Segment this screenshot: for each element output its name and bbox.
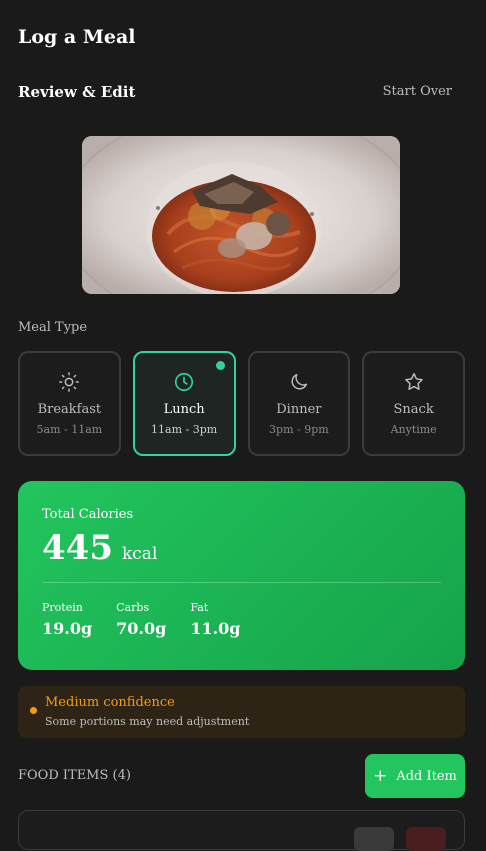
macro-label: Protein	[42, 601, 83, 614]
macro-value: 19.0g	[42, 619, 93, 638]
meal-option-name: Breakfast	[37, 402, 102, 417]
macro-protein: Protein 19.0g	[42, 601, 92, 638]
macro-label: Fat	[190, 601, 209, 614]
total-calories-value: 445	[42, 528, 113, 568]
divider	[42, 582, 441, 583]
meal-option-time: 5am - 11am	[36, 423, 103, 436]
macro-carbs: Carbs 70.0g	[116, 601, 166, 638]
confidence-subtitle: Some portions may need adjustment	[45, 715, 250, 728]
food-item-card	[18, 810, 465, 851]
confidence-banner: Medium confidence Some portions may need…	[18, 686, 465, 738]
sun-icon	[59, 372, 80, 392]
warning-dot-icon	[30, 707, 37, 714]
meal-type-selector: Breakfast 5am - 11am Lunch 11am - 3pm Di…	[18, 351, 465, 456]
clock-icon	[175, 372, 194, 392]
meal-option-time: 11am - 3pm	[151, 423, 218, 436]
review-heading: Review & Edit	[18, 83, 136, 101]
macros-row: Protein 19.0g Carbs 70.0g Fat 11.0g	[42, 601, 441, 638]
meal-option-time: 3pm - 9pm	[269, 423, 329, 436]
meal-option-name: Dinner	[276, 402, 322, 417]
macro-label: Carbs	[116, 601, 150, 614]
meal-option-snack[interactable]: Snack Anytime	[362, 351, 465, 456]
confidence-title: Medium confidence	[45, 695, 175, 710]
meal-option-time: Anytime	[390, 423, 437, 436]
calories-unit: kcal	[121, 544, 158, 564]
star-icon	[404, 373, 423, 390]
plus-icon: +	[373, 765, 388, 786]
start-over-button[interactable]: Start Over	[383, 84, 452, 99]
add-item-button[interactable]: + Add Item	[365, 754, 465, 798]
macro-value: 70.0g	[116, 619, 167, 638]
meal-option-name: Snack	[393, 402, 434, 417]
meal-option-lunch[interactable]: Lunch 11am - 3pm	[132, 351, 236, 456]
page-title: Log a Meal	[18, 26, 136, 48]
calories-card: Total Calories 445 kcal Protein 19.0g Ca…	[18, 481, 465, 670]
delete-button[interactable]	[406, 827, 446, 851]
macro-fat: Fat 11.0g	[190, 601, 240, 638]
meal-photo	[82, 136, 400, 294]
add-item-label: Add Item	[396, 768, 457, 784]
edit-button[interactable]	[354, 827, 394, 851]
meal-option-dinner[interactable]: Dinner 3pm - 9pm	[247, 351, 351, 456]
meal-option-breakfast[interactable]: Breakfast 5am - 11am	[18, 351, 121, 456]
meal-type-label: Meal Type	[18, 320, 88, 335]
selected-indicator	[215, 361, 225, 370]
total-calories-label: Total Calories	[42, 507, 134, 522]
meal-option-name: Lunch	[163, 402, 205, 417]
macro-value: 11.0g	[190, 619, 241, 638]
food-items-header: FOOD ITEMS (4)	[18, 768, 131, 783]
moon-icon	[291, 373, 307, 390]
